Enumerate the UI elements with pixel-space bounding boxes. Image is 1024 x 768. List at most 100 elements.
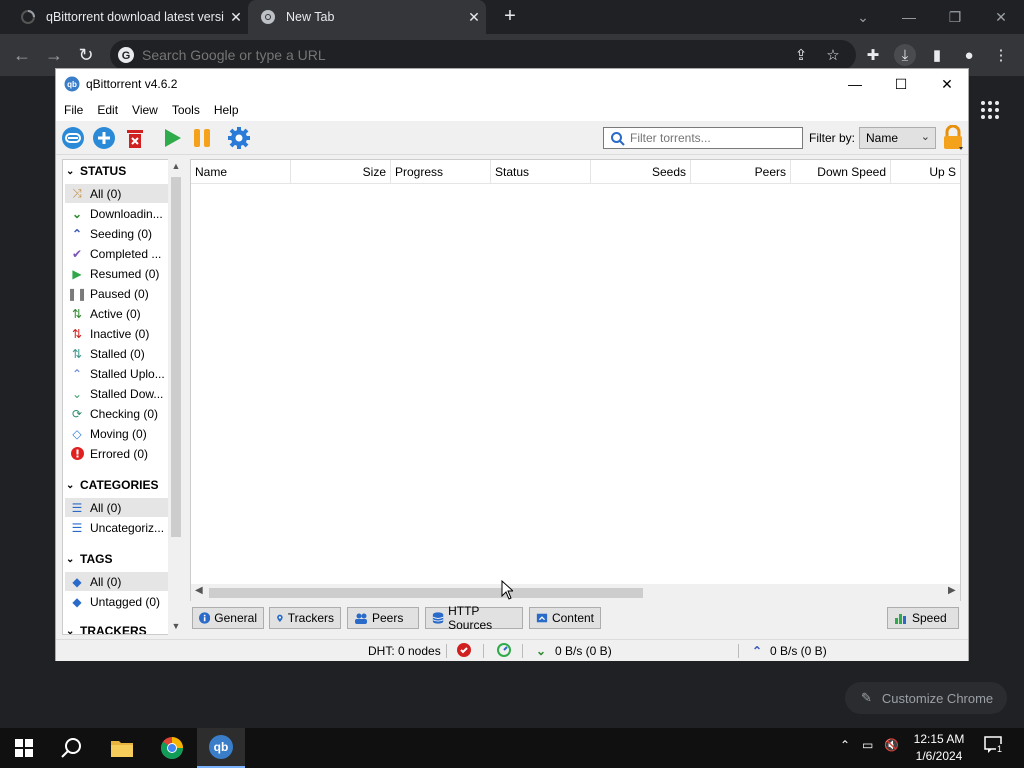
connection-status-icon[interactable] xyxy=(457,643,471,657)
download-icon[interactable]: ⤓ xyxy=(894,44,916,66)
tab-peers[interactable]: Peers xyxy=(347,607,419,629)
filter-by-select[interactable]: Name ⌄ xyxy=(859,127,936,149)
scroll-right-icon[interactable]: ▶ xyxy=(948,585,956,596)
horizontal-scrollbar[interactable]: ◀ ▶ xyxy=(191,584,960,601)
status-stalled-downloading[interactable]: ⌄ Stalled Dow... xyxy=(65,384,169,403)
tag-all[interactable]: ◆ All (0) xyxy=(65,572,169,591)
download-speed[interactable]: 0 B/s (0 B) xyxy=(555,644,612,658)
bookmark-star-icon[interactable]: ☆ xyxy=(822,44,844,66)
forward-button[interactable]: → xyxy=(42,43,66,67)
sidebar-scrollbar[interactable]: ▲ ▼ xyxy=(168,159,184,635)
google-apps-icon[interactable] xyxy=(980,100,1000,120)
qb-close-button[interactable]: ✕ xyxy=(924,69,970,99)
network-icon[interactable]: ▭ xyxy=(862,738,873,752)
status-seeding[interactable]: ⌃ Seeding (0) xyxy=(65,224,169,243)
share-icon[interactable]: ⇪ xyxy=(790,44,812,66)
close-tab-icon[interactable]: ✕ xyxy=(224,9,248,26)
add-torrent-file-icon[interactable] xyxy=(91,125,117,151)
customize-chrome-button[interactable]: ✎ Customize Chrome xyxy=(845,682,1007,714)
category-uncategorized[interactable]: ☰ Uncategoriz... xyxy=(65,518,169,537)
status-moving[interactable]: ◇ Moving (0) xyxy=(65,424,169,443)
new-tab-button[interactable]: + xyxy=(498,5,522,29)
menu-help[interactable]: Help xyxy=(214,103,239,117)
tag-untagged[interactable]: ◆ Untagged (0) xyxy=(65,592,169,611)
status-errored[interactable]: Errored (0) xyxy=(65,444,169,463)
qbittorrent-taskbar-button[interactable]: qb xyxy=(197,728,245,768)
tab-trackers[interactable]: Trackers xyxy=(269,607,341,629)
col-status[interactable]: Status xyxy=(491,160,591,184)
notifications-button[interactable]: 1 xyxy=(984,736,1004,757)
upload-speed[interactable]: 0 B/s (0 B) xyxy=(770,644,827,658)
scrollbar-thumb[interactable] xyxy=(209,588,643,598)
filter-input[interactable] xyxy=(630,130,798,146)
col-name[interactable]: Name xyxy=(191,160,291,184)
reload-button[interactable]: ↻ xyxy=(74,43,98,67)
menu-tools[interactable]: Tools xyxy=(172,103,200,117)
speed-button[interactable]: Speed xyxy=(887,607,959,629)
search-button[interactable] xyxy=(48,728,96,768)
restore-button[interactable]: ❐ xyxy=(932,0,978,34)
add-torrent-link-icon[interactable] xyxy=(60,125,86,151)
profile-avatar-icon[interactable]: ● xyxy=(958,44,980,66)
status-inactive[interactable]: ⇅ Inactive (0) xyxy=(65,324,169,343)
options-gear-icon[interactable] xyxy=(226,125,252,151)
col-size[interactable]: Size xyxy=(291,160,391,184)
chrome-menu-icon[interactable]: ⋮ xyxy=(990,44,1012,66)
menu-file[interactable]: File xyxy=(64,103,83,117)
alt-speed-gauge-icon[interactable] xyxy=(497,643,511,657)
delete-torrent-icon[interactable] xyxy=(122,125,148,151)
col-peers[interactable]: Peers xyxy=(691,160,791,184)
start-button[interactable] xyxy=(0,728,48,768)
col-progress[interactable]: Progress xyxy=(391,160,491,184)
minimize-button[interactable]: — xyxy=(886,0,932,34)
tab-new-tab[interactable]: New Tab ✕ xyxy=(248,0,486,34)
torrent-list[interactable]: Name Size Progress Status Seeds Peers Do… xyxy=(190,159,961,601)
tab-search-icon[interactable]: ⌄ xyxy=(840,0,886,34)
menu-view[interactable]: View xyxy=(132,103,158,117)
back-button[interactable]: ← xyxy=(10,43,34,67)
col-up-speed[interactable]: Up S xyxy=(891,160,960,184)
categories-section-header[interactable]: ⌄ CATEGORIES xyxy=(66,478,158,492)
tab-qbittorrent-download[interactable]: qBittorrent download latest versi ✕ xyxy=(8,0,248,34)
show-hidden-icons-chevron-icon[interactable]: ⌃ xyxy=(840,738,850,752)
scroll-up-icon[interactable]: ▲ xyxy=(170,161,182,173)
scroll-left-icon[interactable]: ◀ xyxy=(195,585,203,596)
tags-section-header[interactable]: ⌄ TAGS xyxy=(66,552,112,566)
lock-icon[interactable] xyxy=(941,125,965,151)
status-active[interactable]: ⇅ Active (0) xyxy=(65,304,169,323)
close-tab-icon[interactable]: ✕ xyxy=(462,9,486,26)
qb-minimize-button[interactable]: — xyxy=(832,69,878,99)
qb-maximize-button[interactable]: ☐ xyxy=(878,69,924,99)
trackers-section-header[interactable]: ⌄ TRACKERS xyxy=(66,624,147,634)
tab-general[interactable]: General xyxy=(192,607,264,629)
status-completed[interactable]: ✔ Completed ... xyxy=(65,244,169,263)
status-checking[interactable]: ⟳ Checking (0) xyxy=(65,404,169,423)
scrollbar-thumb[interactable] xyxy=(171,177,181,537)
file-explorer-button[interactable] xyxy=(98,728,146,768)
menu-edit[interactable]: Edit xyxy=(97,103,118,117)
status-paused[interactable]: ❚❚ Paused (0) xyxy=(65,284,169,303)
volume-muted-icon[interactable]: 🔇 xyxy=(884,738,899,752)
scroll-down-icon[interactable]: ▼ xyxy=(170,621,182,633)
pause-icon[interactable] xyxy=(189,125,215,151)
resume-play-icon[interactable] xyxy=(159,125,185,151)
system-clock[interactable]: 12:15 AM 1/6/2024 xyxy=(900,731,978,765)
omnibox-input[interactable] xyxy=(142,45,782,65)
status-section-header[interactable]: ⌄ STATUS xyxy=(66,164,126,178)
col-down-speed[interactable]: Down Speed xyxy=(791,160,891,184)
status-stalled[interactable]: ⇅ Stalled (0) xyxy=(65,344,169,363)
chrome-taskbar-button[interactable] xyxy=(148,728,196,768)
status-all[interactable]: ⤨ All (0) xyxy=(65,184,169,203)
close-window-button[interactable]: ✕ xyxy=(978,0,1024,34)
category-all[interactable]: ☰ All (0) xyxy=(65,498,169,517)
col-seeds[interactable]: Seeds xyxy=(591,160,691,184)
status-resumed[interactable]: ▶ Resumed (0) xyxy=(65,264,169,283)
status-stalled-uploading[interactable]: ⌃ Stalled Uplo... xyxy=(65,364,169,383)
tab-http-sources[interactable]: HTTP Sources xyxy=(425,604,523,632)
filter-torrents-field[interactable] xyxy=(603,127,803,149)
status-downloading[interactable]: ⌄ Downloadin... xyxy=(65,204,169,223)
tab-content[interactable]: Content xyxy=(529,607,601,629)
side-panel-icon[interactable]: ▮ xyxy=(926,44,948,66)
omnibox[interactable]: G xyxy=(110,40,856,70)
extensions-puzzle-icon[interactable]: ✚ xyxy=(862,44,884,66)
